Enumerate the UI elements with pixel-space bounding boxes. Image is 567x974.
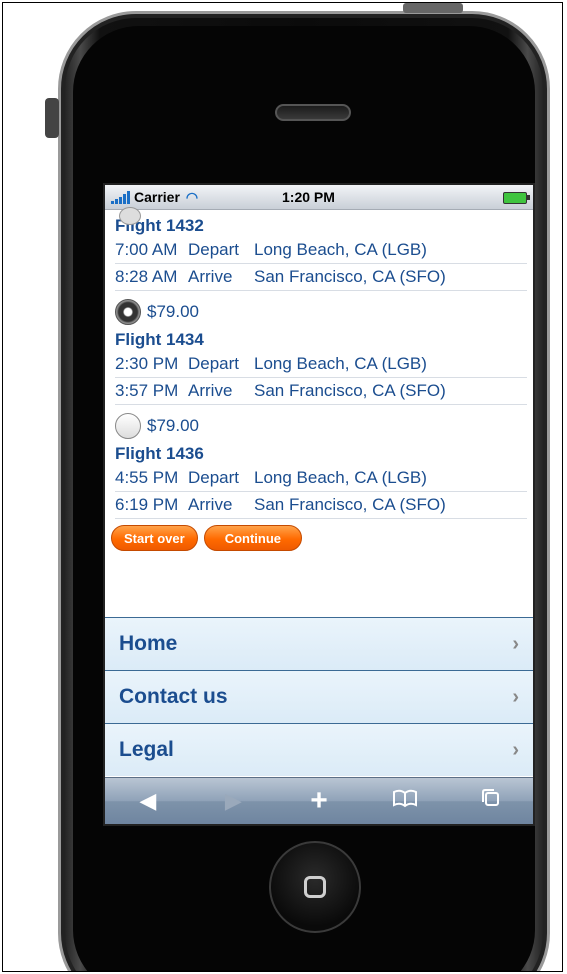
start-over-button[interactable]: Start over	[111, 525, 198, 551]
flight-leg: 3:57 PM Arrive San Francisco, CA (SFO)	[115, 378, 527, 405]
leg-action: Depart	[188, 468, 240, 487]
forward-arrow-icon[interactable]: ▶	[213, 788, 253, 814]
nav-label: Home	[119, 632, 178, 655]
leg-action: Depart	[188, 354, 240, 373]
flight-title: Flight 1436	[115, 444, 204, 463]
nav-label: Legal	[119, 738, 174, 761]
flight-list: Flight 1432 7:00 AM Depart Long Beach, C…	[105, 207, 533, 551]
chevron-right-icon: ›	[512, 685, 519, 708]
volume-button	[45, 98, 59, 138]
home-button[interactable]	[269, 841, 361, 933]
flight-option: $79.00 Flight 1434 2:30 PM Depart Long B…	[115, 295, 527, 405]
leg-action: Arrive	[188, 495, 233, 514]
flight-price: $79.00	[147, 416, 199, 435]
leg-action: Depart	[188, 240, 240, 259]
leg-place: San Francisco, CA (SFO)	[254, 381, 446, 400]
phone-screen: Carrier ◠ 1:20 PM Flight 1432 7:00 AM De…	[103, 183, 535, 826]
leg-time: 3:57 PM	[115, 381, 179, 400]
home-square-icon	[304, 876, 326, 898]
leg-place: San Francisco, CA (SFO)	[254, 267, 446, 286]
back-arrow-icon[interactable]: ◀	[128, 788, 168, 814]
nav-label: Contact us	[119, 685, 228, 708]
price-option[interactable]: $79.00	[115, 409, 527, 443]
nav-menu: Home › Contact us › Legal ›	[105, 617, 533, 776]
signal-icon	[111, 190, 130, 204]
leg-time: 2:30 PM	[115, 354, 179, 373]
flight-option: $79.00 Flight 1436 4:55 PM Depart Long B…	[115, 409, 527, 519]
leg-time: 6:19 PM	[115, 495, 179, 514]
leg-place: Long Beach, CA (LGB)	[254, 468, 427, 487]
flight-leg: 2:30 PM Depart Long Beach, CA (LGB)	[115, 351, 527, 378]
leg-place: Long Beach, CA (LGB)	[254, 240, 427, 259]
bookmarks-icon[interactable]	[385, 788, 425, 814]
leg-time: 7:00 AM	[115, 240, 178, 259]
nav-item-legal[interactable]: Legal ›	[105, 723, 533, 776]
nav-item-home[interactable]: Home ›	[105, 617, 533, 670]
sleep-button	[403, 3, 463, 13]
chevron-right-icon: ›	[512, 738, 519, 761]
browser-toolbar: ◀ ▶ +	[105, 777, 533, 824]
price-option[interactable]: $79.00	[115, 295, 527, 329]
leg-action: Arrive	[188, 381, 233, 400]
plus-icon[interactable]: +	[299, 784, 339, 818]
nav-item-contact[interactable]: Contact us ›	[105, 670, 533, 723]
flight-leg: 7:00 AM Depart Long Beach, CA (LGB)	[115, 237, 527, 264]
flight-leg: 4:55 PM Depart Long Beach, CA (LGB)	[115, 465, 527, 492]
radio-button-selected[interactable]	[115, 299, 141, 325]
battery-icon	[503, 192, 530, 204]
earpiece-speaker	[275, 104, 351, 121]
radio-button-unselected[interactable]	[115, 413, 141, 439]
wifi-icon: ◠	[185, 188, 199, 205]
flight-leg: 8:28 AM Arrive San Francisco, CA (SFO)	[115, 264, 527, 291]
flight-price: $79.00	[147, 302, 199, 321]
screenshot-frame: Carrier ◠ 1:20 PM Flight 1432 7:00 AM De…	[2, 2, 563, 972]
carrier-name: Carrier	[134, 189, 180, 205]
flight-leg: 6:19 PM Arrive San Francisco, CA (SFO)	[115, 492, 527, 519]
flight-title: Flight 1434	[115, 330, 204, 349]
pages-icon[interactable]	[470, 787, 510, 815]
leg-time: 8:28 AM	[115, 267, 178, 286]
chevron-right-icon: ›	[512, 632, 519, 655]
action-buttons: Start over Continue	[111, 525, 527, 551]
continue-button[interactable]: Continue	[203, 525, 303, 551]
flight-option: Flight 1432 7:00 AM Depart Long Beach, C…	[115, 215, 527, 291]
flight-title: Flight 1432	[115, 216, 204, 235]
radio-button-partial[interactable]	[119, 207, 141, 225]
leg-action: Arrive	[188, 267, 233, 286]
leg-time: 4:55 PM	[115, 468, 179, 487]
status-time: 1:20 PM	[282, 189, 335, 205]
leg-place: Long Beach, CA (LGB)	[254, 354, 427, 373]
status-bar: Carrier ◠ 1:20 PM	[105, 185, 533, 210]
leg-place: San Francisco, CA (SFO)	[254, 495, 446, 514]
